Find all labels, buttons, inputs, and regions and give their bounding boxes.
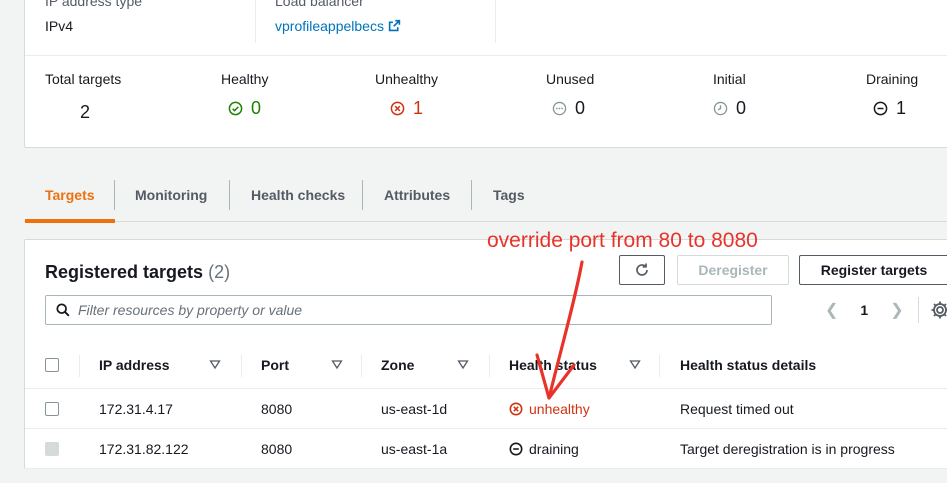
search-icon	[56, 303, 70, 317]
column-separator	[361, 355, 362, 377]
cell-ip-address: 172.31.82.122	[99, 441, 189, 457]
refresh-button[interactable]	[619, 255, 665, 285]
target-group-page: IP address type IPv4 Load balancer vprof…	[0, 0, 947, 483]
filter-search-box[interactable]	[45, 295, 772, 325]
stat-unhealthy-value: 1	[390, 98, 423, 119]
tab-separator	[362, 180, 363, 210]
tab-health-checks[interactable]: Health checks	[251, 170, 345, 220]
register-targets-button[interactable]: Register targets	[799, 255, 947, 285]
chevron-left-icon[interactable]: ❮	[825, 300, 838, 320]
divider	[918, 297, 919, 323]
filter-input[interactable]	[78, 302, 758, 318]
external-link-icon	[388, 19, 401, 32]
divider	[25, 55, 947, 56]
status-unhealthy: unhealthy	[509, 401, 590, 417]
table-row[interactable]: 172.31.4.17 8080 us-east-1d unhealthy Re…	[25, 389, 947, 429]
stat-healthy-number: 0	[251, 98, 262, 118]
stat-unused-label: Unused	[546, 71, 595, 87]
stat-draining-label: Draining	[866, 71, 919, 87]
stat-unhealthy-number: 1	[413, 98, 424, 118]
row-checkbox	[45, 442, 59, 456]
refresh-icon	[636, 263, 648, 276]
pagination: ❮ 1 ❯	[825, 295, 904, 325]
column-separator	[659, 355, 660, 377]
target-group-details-card: IP address type IPv4 Load balancer vprof…	[24, 0, 947, 148]
divider	[495, 0, 496, 43]
stat-initial-label: Initial	[713, 71, 746, 87]
minus-circle-icon	[873, 101, 888, 116]
table-header: IP address Port Zone Health status Healt…	[25, 341, 947, 389]
tab-separator	[471, 180, 472, 210]
stat-initial-value: 0	[713, 98, 746, 119]
cell-health-status: unhealthy	[509, 389, 590, 429]
column-header-ip-address[interactable]: IP address	[99, 341, 170, 389]
column-separator	[241, 355, 242, 377]
load-balancer-name[interactable]: vprofileappelbecs	[275, 18, 384, 34]
tab-separator	[114, 180, 115, 210]
stat-unhealthy-label: Unhealthy	[375, 71, 439, 87]
stat-initial-number: 0	[736, 98, 747, 118]
tab-tags[interactable]: Tags	[493, 170, 525, 220]
sort-down-icon[interactable]	[331, 358, 343, 370]
tab-attributes[interactable]: Attributes	[384, 170, 450, 220]
cell-health-status: draining	[509, 429, 579, 469]
status-text: unhealthy	[529, 401, 590, 417]
cell-health-status-details: Target deregistration is in progress	[680, 441, 895, 457]
tab-targets[interactable]: Targets	[25, 170, 114, 223]
cell-zone: us-east-1d	[381, 401, 448, 417]
stat-total-value: 2	[80, 102, 90, 123]
gear-icon[interactable]	[930, 300, 947, 320]
registered-targets-panel: Registered targets (2) Deregister Regist…	[24, 239, 947, 469]
stat-total-label: Total targets	[45, 71, 122, 87]
deregister-button[interactable]: Deregister	[677, 255, 789, 285]
stat-total-number: 2	[80, 102, 91, 122]
x-circle-icon	[509, 402, 523, 416]
column-separator	[489, 355, 490, 377]
status-text: draining	[529, 441, 579, 457]
x-circle-icon	[390, 101, 405, 116]
select-all-checkbox[interactable]	[45, 358, 59, 372]
sort-down-icon[interactable]	[457, 358, 469, 370]
panel-count: (2)	[208, 262, 231, 282]
chevron-right-icon[interactable]: ❯	[890, 300, 903, 320]
stat-unused-value: 0	[552, 98, 585, 119]
minus-circle-icon	[509, 442, 523, 456]
column-header-zone[interactable]: Zone	[381, 341, 414, 389]
clock-icon	[713, 101, 728, 116]
column-header-health-status[interactable]: Health status	[509, 341, 597, 389]
stat-unused-number: 0	[575, 98, 586, 118]
panel-title: Registered targets (2)	[45, 262, 230, 283]
ip-address-type-value: IPv4	[45, 18, 74, 34]
column-header-port[interactable]: Port	[261, 341, 289, 389]
tab-bar: Targets Monitoring Health checks Attribu…	[24, 170, 947, 223]
sort-down-icon[interactable]	[209, 358, 221, 370]
annotation-text: override port from 80 to 8080	[487, 229, 758, 252]
table-row[interactable]: 172.31.82.122 8080 us-east-1a draining T…	[25, 429, 947, 469]
dots-circle-icon	[552, 101, 567, 116]
column-separator	[79, 355, 80, 377]
current-page[interactable]: 1	[860, 302, 868, 318]
panel-title-text: Registered targets	[45, 262, 204, 282]
sort-down-icon[interactable]	[629, 358, 641, 370]
cell-port: 8080	[261, 401, 293, 417]
cell-zone: us-east-1a	[381, 441, 448, 457]
ip-address-type-label: IP address type	[45, 0, 143, 9]
divider	[255, 0, 256, 43]
stat-draining-number: 1	[896, 98, 907, 118]
stat-healthy-value: 0	[228, 98, 261, 119]
stat-healthy-label: Healthy	[221, 71, 269, 87]
status-draining: draining	[509, 441, 579, 457]
tab-separator	[229, 180, 230, 210]
load-balancer-label: Load balancer	[275, 0, 364, 9]
cell-port: 8080	[261, 441, 293, 457]
tab-monitoring[interactable]: Monitoring	[135, 170, 207, 220]
stat-draining-value: 1	[873, 98, 906, 119]
row-checkbox[interactable]	[45, 402, 59, 416]
check-circle-icon	[228, 101, 243, 116]
cell-ip-address: 172.31.4.17	[99, 401, 173, 417]
column-header-health-status-details[interactable]: Health status details	[680, 341, 816, 389]
cell-health-status-details: Request timed out	[680, 401, 794, 417]
load-balancer-link[interactable]: vprofileappelbecs	[275, 18, 401, 34]
